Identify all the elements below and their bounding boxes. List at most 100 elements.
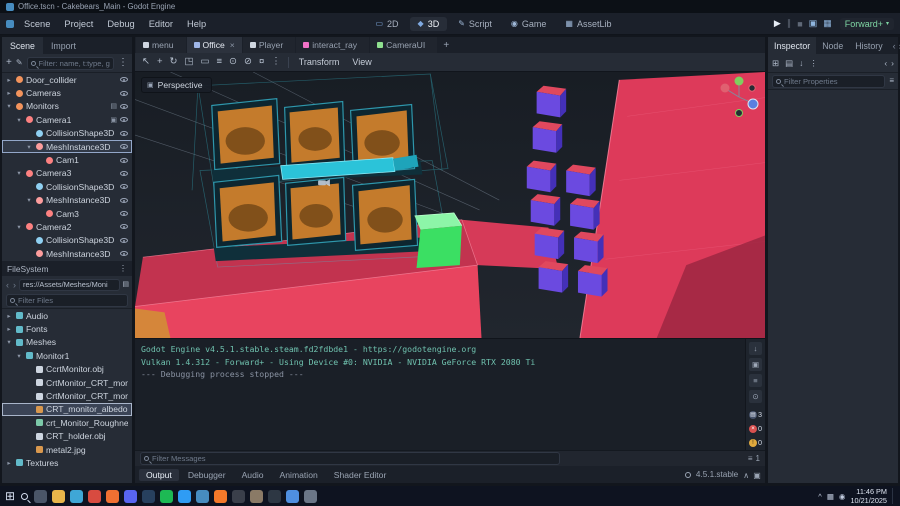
scene-tree-row[interactable]: CollisionShape3D xyxy=(2,234,132,247)
load-resource-button[interactable]: ▤ xyxy=(785,59,793,68)
unlock-tool[interactable]: ⊘ xyxy=(244,57,252,67)
tab-inspector[interactable]: Inspector xyxy=(768,37,817,54)
tree-expand-arrow[interactable]: ▸ xyxy=(5,76,13,84)
visibility-eye-icon[interactable] xyxy=(120,237,128,243)
perspective-menu-button[interactable]: ▣ Perspective xyxy=(141,77,212,93)
obs-icon[interactable] xyxy=(232,489,246,503)
tree-expand-arrow[interactable]: ▾ xyxy=(5,102,13,110)
task-view-icon[interactable] xyxy=(34,489,48,503)
tab-shader-editor[interactable]: Shader Editor xyxy=(327,469,394,481)
tab-animation[interactable]: Animation xyxy=(273,469,325,481)
filter-messages-input[interactable]: Filter Messages xyxy=(140,452,560,465)
filesystem-row[interactable]: ▸ Textures xyxy=(2,456,132,469)
tree-expand-arrow[interactable]: ▸ xyxy=(5,312,13,320)
spotify-icon[interactable] xyxy=(160,489,174,503)
workspace-assetlib[interactable]: ▦ AssetLib xyxy=(557,17,619,31)
tree-expand-arrow[interactable]: ▾ xyxy=(5,338,13,346)
messages-count-badge[interactable]: ▤ 3 xyxy=(748,410,762,419)
scene-tree-row[interactable]: ▾ Camera3 xyxy=(2,167,132,180)
tree-expand-arrow[interactable]: ▾ xyxy=(15,116,23,124)
vscode-icon[interactable] xyxy=(178,489,192,503)
property-filter-options-icon[interactable]: ≡ xyxy=(889,77,894,85)
tree-expand-arrow[interactable]: ▾ xyxy=(15,169,23,177)
chrome-icon[interactable] xyxy=(88,489,102,503)
scene-tree-row[interactable]: ▸ Cameras xyxy=(2,86,132,99)
filesystem-row[interactable]: ▾ Meshes xyxy=(2,336,132,349)
scroll-to-bottom-button[interactable]: ↓ xyxy=(749,342,762,355)
scene-tab-cameraui[interactable]: CameraUI xyxy=(370,37,438,53)
scene-tree-row[interactable]: ▾ MeshInstance3D xyxy=(2,139,132,154)
filesystem-row[interactable]: CRT_monitor_albedo... xyxy=(2,402,132,417)
visibility-eye-icon[interactable] xyxy=(120,197,128,203)
toggle-wrap-button[interactable]: ≡ xyxy=(749,374,762,387)
visibility-eye-icon[interactable] xyxy=(120,224,128,230)
scene-tree-row[interactable]: CollisionShape3D xyxy=(2,180,132,193)
visibility-eye-icon[interactable] xyxy=(120,103,128,109)
tree-expand-arrow[interactable]: ▾ xyxy=(25,143,33,151)
lock-tool[interactable]: ⊙ xyxy=(229,57,237,67)
errors-count-badge[interactable]: × 0 xyxy=(748,424,762,433)
nav-forward-button[interactable]: › xyxy=(12,280,17,290)
list-select-tool[interactable]: ≡ xyxy=(216,57,222,67)
new-resource-button[interactable]: ⊞ xyxy=(772,59,779,68)
filesystem-row[interactable]: ▸ Fonts xyxy=(2,322,132,335)
tab-output[interactable]: Output xyxy=(139,468,179,481)
transform-menu[interactable]: Transform xyxy=(296,57,343,67)
snap-tool[interactable]: ¤ xyxy=(259,57,264,67)
search-log-button[interactable]: ⊙ xyxy=(749,390,762,403)
tab-node[interactable]: Node xyxy=(816,37,849,54)
tab-audio[interactable]: Audio xyxy=(235,469,271,481)
filesystem-row[interactable]: ▾ Monitor1 xyxy=(2,349,132,362)
scene-tab-menu[interactable]: menu xyxy=(136,37,186,53)
tree-expand-arrow[interactable]: ▾ xyxy=(15,352,23,360)
notification-icon[interactable] xyxy=(684,471,691,478)
close-tab-icon[interactable]: × xyxy=(230,40,235,50)
visibility-eye-icon[interactable] xyxy=(120,90,128,96)
godot-icon[interactable] xyxy=(196,489,210,503)
history-back-icon[interactable]: ‹ xyxy=(884,59,887,68)
visibility-eye-icon[interactable] xyxy=(120,251,128,257)
scene-tree-row[interactable]: ▾ Camera1 ▣ xyxy=(2,113,132,126)
visibility-eye-icon[interactable] xyxy=(120,211,128,217)
taskbar-clock[interactable]: 11:46 PM 10/21/2025 xyxy=(850,487,887,506)
resource-menu-button[interactable]: ⋮ xyxy=(809,59,818,68)
attach-script-button[interactable]: ✎ xyxy=(16,59,23,67)
tree-expand-arrow[interactable]: ▸ xyxy=(5,89,13,97)
workspace-3d[interactable]: ◆ 3D xyxy=(409,16,448,31)
version-label[interactable]: 4.5.1.stable xyxy=(696,470,738,479)
menu-help[interactable]: Help xyxy=(180,19,213,29)
tray-expand-icon[interactable]: ^ xyxy=(818,492,822,501)
gimp-icon[interactable] xyxy=(250,489,264,503)
filesystem-row[interactable]: CrtMonitor_CRT_moni... xyxy=(2,389,132,402)
box-select-tool[interactable]: ▭ xyxy=(200,57,209,67)
filter-properties-input[interactable]: Filter Properties xyxy=(772,74,886,88)
mail-icon[interactable] xyxy=(286,489,300,503)
current-path[interactable]: res://Assets/Meshes/Moni xyxy=(19,278,121,291)
tab-history[interactable]: History xyxy=(849,37,888,54)
scene-tree-row[interactable]: Cam3 xyxy=(2,207,132,220)
scene-filter-input[interactable]: Filter: name, t:type, g xyxy=(26,56,114,70)
menu-debug[interactable]: Debug xyxy=(100,19,141,29)
workspace-script[interactable]: ✎ Script xyxy=(450,17,500,31)
visibility-eye-icon[interactable] xyxy=(120,117,128,123)
steam-icon[interactable] xyxy=(142,489,156,503)
scene-tree-row[interactable]: CollisionShape3D xyxy=(2,127,132,140)
scene-tree-row[interactable]: ▾ MeshInstance3D xyxy=(2,194,132,207)
volume-icon[interactable]: ◉ xyxy=(839,492,846,501)
workspace-game[interactable]: ◉ Game xyxy=(503,17,555,31)
viewport-canvas[interactable]: ▣ Perspective xyxy=(135,72,765,338)
taskbar-search-icon[interactable] xyxy=(21,492,29,500)
save-resource-button[interactable]: ↓ xyxy=(799,59,803,68)
renderer-select[interactable]: Forward+ ▾ xyxy=(839,17,894,30)
warnings-count-badge[interactable]: ! 0 xyxy=(748,438,762,447)
scene-tree-row[interactable]: MeshInstance3D xyxy=(2,247,132,260)
scene-tree-row[interactable]: Cam1 xyxy=(2,153,132,166)
scene-tree-row[interactable]: ▸ Door_collider xyxy=(2,73,132,86)
pause-button[interactable]: ∥ xyxy=(787,18,792,29)
file-explorer-icon[interactable] xyxy=(52,489,66,503)
filesystem-row[interactable]: crt_Monitor_Roughne... xyxy=(2,416,132,429)
visibility-eye-icon[interactable] xyxy=(120,130,128,136)
tree-expand-arrow[interactable]: ▸ xyxy=(5,459,13,467)
tree-expand-arrow[interactable]: ▾ xyxy=(25,196,33,204)
tab-import[interactable]: Import xyxy=(43,37,84,54)
